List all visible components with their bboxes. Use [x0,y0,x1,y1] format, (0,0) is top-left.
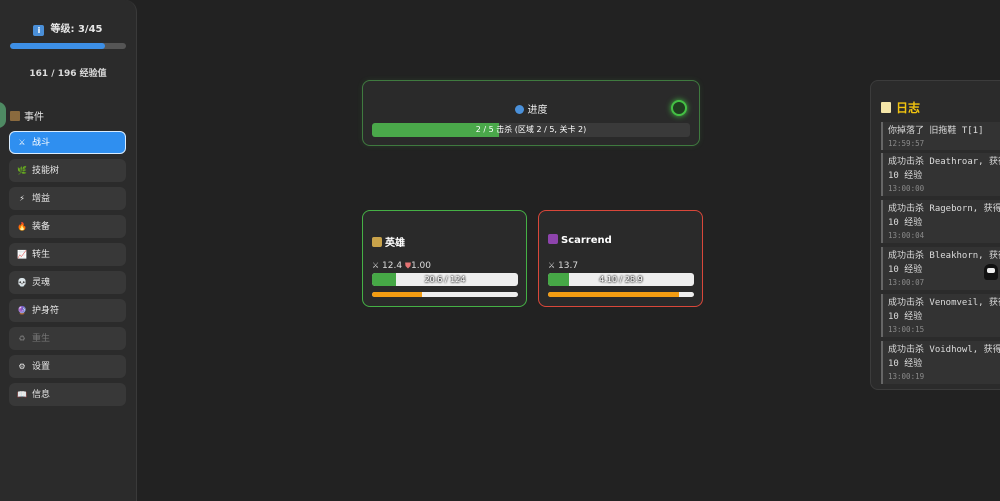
enemy-name-text: Scarrend [561,235,612,246]
menu-icon: 🔮 [17,306,27,315]
status-indicator [671,100,687,116]
enemy-attack: 13.7 [558,261,579,271]
progress-bar: 2 / 5 击杀 (区域 2 / 5, 关卡 2) [372,123,690,137]
sidebar-item-5[interactable]: 💀 灵魂 [9,271,126,294]
progress-card: 进度 2 / 5 击杀 (区域 2 / 5, 关卡 2) [362,80,700,146]
menu-icon: 🌿 [17,166,27,175]
enemy-hp-text: 4.10 / 28.9 [599,275,643,284]
menu-icon: 🔥 [17,222,27,231]
events-label[interactable]: 事件 [10,108,44,123]
sidebar-item-label: 转生 [32,250,51,260]
sidebar-item-label: 战斗 [32,138,51,148]
hero-stats: ⚔ 12.4 ⛊1.00 [372,261,431,271]
menu-icon: 📈 [17,250,27,259]
sidebar-item-1[interactable]: 🌿 技能树 [9,159,126,182]
enemy-hp-bar: 4.10 / 28.9 [548,273,694,286]
menu-icon: ⚔ [18,138,26,147]
sidebar-item-4[interactable]: 📈 转生 [9,243,126,266]
progress-title-text: 进度 [527,105,548,116]
log-entry: 你掉落了 旧拖鞋 T[1] 12:59:57 [881,122,1000,150]
log-timestamp: 13:00:07 [888,278,925,287]
log-timestamp: 12:59:57 [888,139,925,148]
log-timestamp: 13:00:15 [888,325,925,334]
sidebar-item-2[interactable]: ⚡ 增益 [9,187,126,210]
sidebar-item-label: 装备 [32,222,51,232]
hero-hp-bar: 20.6 / 124 [372,273,518,286]
sidebar-item-3[interactable]: 🔥 装备 [9,215,126,238]
sidebar-item-label: 增益 [32,194,51,204]
edge-toggle[interactable] [0,102,6,128]
sidebar-item-label: 设置 [32,362,51,372]
hero-attack: 12.4 [382,261,403,271]
log-message: 成功击杀 Voidhowl, 获得 10 经验 [888,345,1000,369]
log-message: 成功击杀 Rageborn, 获得 10 经验 [888,204,1000,228]
log-panel: 日志 你掉落了 旧拖鞋 T[1] 12:59:57 成功击杀 Deathroar, … [870,80,1000,390]
menu-icon: ⚙ [18,362,26,371]
menu-icon: ⚡ [19,194,25,203]
level-icon: i [33,25,45,36]
log-timestamp: 13:00:00 [888,184,925,193]
hero-attack-timer [372,292,518,297]
xp-bar-fill [10,43,106,49]
enemy-card: Scarrend ⚔ 13.7 4.10 / 28.9 [538,210,703,307]
sidebar-item-8[interactable]: ⚙ 设置 [9,355,126,378]
enemy-name: Scarrend [548,234,612,246]
log-title-text: 日志 [896,101,921,115]
skull-icon[interactable] [984,264,998,280]
menu-icon: ♻ [18,334,26,343]
hero-attack-timer-fill [372,292,422,297]
level-display: i 等级: 3/45 [0,20,136,36]
level-label: 等级: 3/45 [50,24,103,35]
sidebar-item-label: 重生 [32,334,51,344]
hero-card: 英雄 ⚔ 12.4 ⛊1.00 20.6 / 124 [362,210,527,307]
log-message: 你掉落了 旧拖鞋 T[1] [888,126,984,136]
menu-icon: 💀 [17,278,27,287]
progress-title: 进度 [363,101,699,116]
sidebar-item-9[interactable]: 📖 信息 [9,383,126,406]
log-timestamp: 13:00:04 [888,231,925,240]
log-entry: 成功击杀 Voidhowl, 获得 10 经验 13:00:19 [881,341,1000,384]
hero-name-text: 英雄 [385,238,405,249]
menu-icon: 📖 [17,390,27,399]
log-entry: 成功击杀 Bleakhorn, 获得 10 经验 13:00:07 [881,247,1000,290]
sidebar-item-label: 护身符 [32,306,60,316]
sidebar: i 等级: 3/45 161 / 196 经验值 事件 ⚔ 战斗 🌿 技能树 ⚡ 增益 🔥 装备… [0,0,137,501]
progress-bar-label: 2 / 5 击杀 (区域 2 / 5, 关卡 2) [475,125,587,134]
sidebar-item-label: 信息 [32,390,51,400]
log-message: 成功击杀 Venomveil, 获得 10 经验 [888,298,1000,322]
log-entry: 成功击杀 Deathroar, 获得 10 经验 13:00:00 [881,153,1000,196]
log-message: 成功击杀 Deathroar, 获得 10 经验 [888,157,1000,181]
sidebar-item-label: 灵魂 [32,278,51,288]
log-entry: 成功击杀 Rageborn, 获得 10 经验 13:00:04 [881,200,1000,243]
hero-defense: 1.00 [410,261,432,271]
swords-icon: ⚔ [548,261,556,270]
enemy-attack-timer [548,292,694,297]
sidebar-item-6[interactable]: 🔮 护身符 [9,299,126,322]
hero-icon [372,237,382,247]
hero-hp-text: 20.6 / 124 [424,275,466,284]
sidebar-item-label: 技能树 [32,166,60,176]
events-icon [10,111,20,121]
notepad-icon [881,102,891,113]
log-entry: 成功击杀 Venomveil, 获得 10 经验 13:00:15 [881,294,1000,337]
hero-name: 英雄 [372,234,405,249]
enemy-attack-timer-fill [548,292,680,297]
monster-icon [548,234,558,244]
xp-bar [10,43,126,49]
log-timestamp: 13:00:19 [888,372,925,381]
xp-text: 161 / 196 经验值 [29,69,107,79]
events-label-text: 事件 [24,112,44,123]
swords-icon: ⚔ [372,261,380,270]
sidebar-item-7[interactable]: ♻ 重生 [9,327,126,350]
enemy-stats: ⚔ 13.7 [548,261,578,271]
log-title: 日志 [881,99,920,116]
sidebar-item-0[interactable]: ⚔ 战斗 [9,131,126,154]
globe-icon [514,105,524,114]
